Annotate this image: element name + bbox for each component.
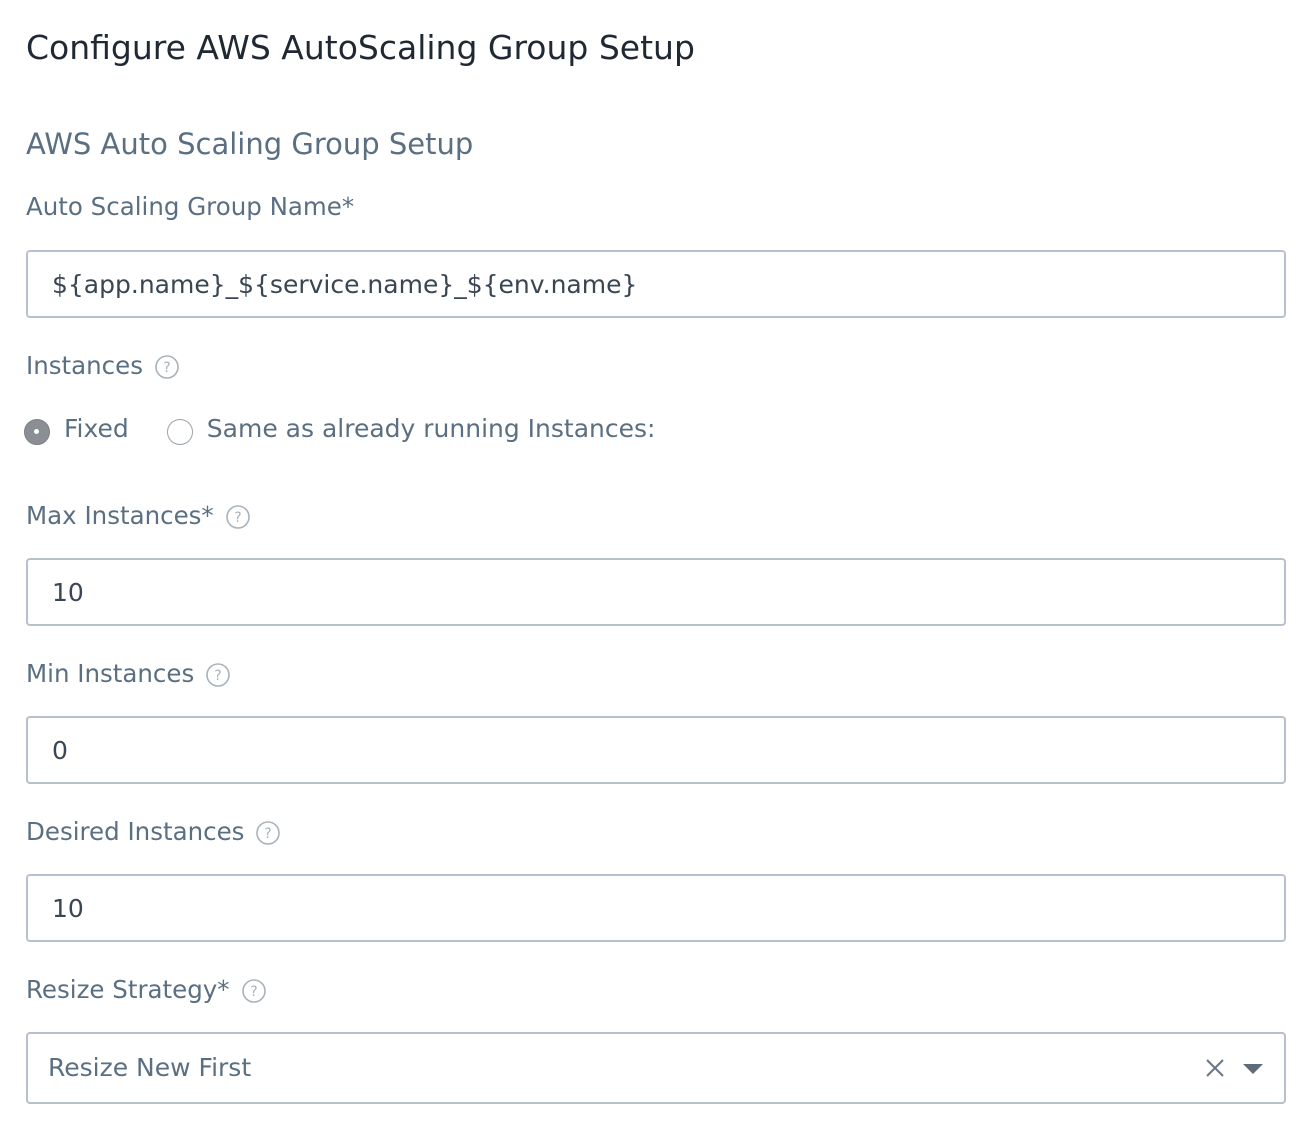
instances-option-fixed[interactable]: Fixed [24, 413, 129, 445]
svg-text:?: ? [234, 510, 241, 526]
radio-same-as-running[interactable] [166, 419, 193, 445]
svg-text:?: ? [265, 826, 272, 842]
resize-strategy-select[interactable]: Resize New First [26, 1032, 1286, 1104]
max-instances-label: Max Instances* ? [26, 501, 250, 530]
radio-fixed[interactable] [24, 419, 50, 445]
svg-text:?: ? [215, 668, 222, 684]
resize-strategy-selected-value: Resize New First [48, 1053, 252, 1082]
svg-text:?: ? [163, 360, 170, 376]
instances-option-same-as-running[interactable]: Same as already running Instances: [166, 413, 656, 445]
svg-text:?: ? [250, 984, 257, 1000]
resize-strategy-label-text: Resize Strategy* [26, 975, 230, 1004]
resize-strategy-label: Resize Strategy* ? [26, 975, 266, 1004]
close-icon[interactable] [1204, 1057, 1226, 1079]
question-circle-icon[interactable]: ? [241, 978, 266, 1003]
max-instances-label-text: Max Instances* [26, 501, 214, 530]
desired-instances-label-text: Desired Instances [26, 817, 245, 846]
asg-name-input[interactable] [26, 250, 1286, 318]
question-circle-icon[interactable]: ? [256, 820, 281, 845]
min-instances-label-text: Min Instances [26, 659, 195, 688]
desired-instances-label: Desired Instances ? [26, 817, 281, 846]
section-title: AWS Auto Scaling Group Setup [26, 127, 474, 161]
min-instances-label: Min Instances ? [26, 659, 231, 688]
radio-same-as-running-label: Same as already running Instances: [206, 413, 656, 443]
question-circle-icon[interactable]: ? [225, 504, 250, 529]
radio-fixed-label: Fixed [64, 413, 129, 443]
dialog-title: Configure AWS AutoScaling Group Setup [26, 28, 695, 67]
asg-name-label-text: Auto Scaling Group Name* [26, 192, 355, 221]
question-circle-icon[interactable]: ? [155, 354, 179, 379]
instances-radio-group: Fixed Same as already running Instances: [24, 408, 693, 448]
max-instances-input[interactable] [26, 558, 1286, 626]
question-circle-icon[interactable]: ? [206, 662, 231, 687]
instances-label-text: Instances [26, 351, 143, 380]
instances-label: Instances ? [26, 351, 179, 380]
chevron-down-icon[interactable] [1242, 1061, 1264, 1075]
asg-name-label: Auto Scaling Group Name* [26, 192, 354, 221]
desired-instances-input[interactable] [26, 874, 1286, 942]
min-instances-input[interactable] [26, 716, 1286, 784]
